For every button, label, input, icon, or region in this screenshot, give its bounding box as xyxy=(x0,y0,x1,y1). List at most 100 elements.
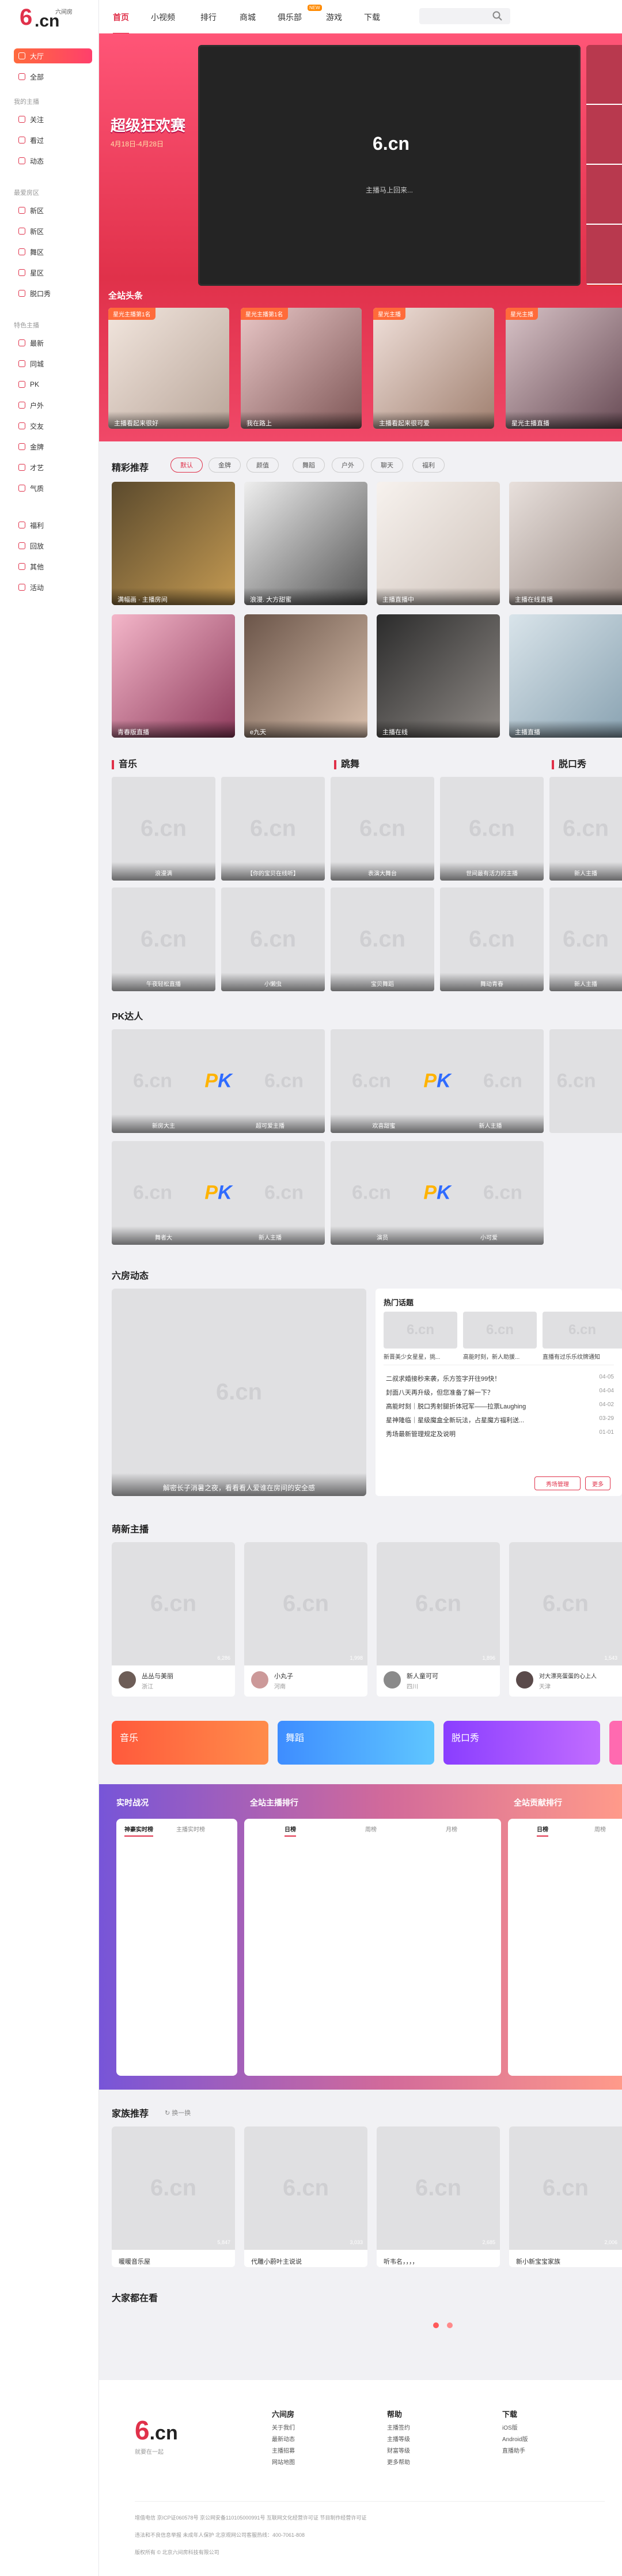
tab-welfare[interactable]: 福利 xyxy=(412,458,445,473)
footer-link[interactable]: 主播签约 xyxy=(387,2425,410,2431)
tab-outdoor[interactable]: 户外 xyxy=(332,458,364,473)
featured-card[interactable]: 主播直播 xyxy=(509,614,622,738)
pk-card[interactable]: 6.cn PK 6.cn 欢喜甜蜜 新人主播 xyxy=(331,1029,544,1133)
family-card[interactable]: 6.cn 2,685 听韦名，，，， xyxy=(377,2126,500,2267)
talkshow-card[interactable]: 6.cn 新人主播 xyxy=(549,777,622,881)
music-card[interactable]: 6.cn 【你的宝贝在线听】 xyxy=(221,777,325,881)
dance-card[interactable]: 6.cn 表演大舞台 xyxy=(331,777,434,881)
footer-link[interactable]: 主播招募 xyxy=(272,2448,295,2454)
tab-gold[interactable]: 金牌 xyxy=(208,458,241,473)
news-item[interactable]: 秀场最新管理规定及说明 xyxy=(386,1429,456,1438)
tab-week[interactable]: 周榜 xyxy=(365,1825,377,1833)
footer-link[interactable]: 关于我们 xyxy=(272,2425,295,2431)
headline-card[interactable]: 星光主播第1名 我在路上 xyxy=(241,308,362,429)
featured-card[interactable]: 主播直播中 xyxy=(377,482,500,605)
anchor-card[interactable]: 6.cn 1,543 对大漂亮蛋蛋的心上人 天津 xyxy=(509,1542,622,1697)
topic-label[interactable]: 新晋美少女星星，挑... xyxy=(384,1352,457,1361)
tab-chat[interactable]: 聊天 xyxy=(371,458,403,473)
refresh-button[interactable]: ↻ 换一换 xyxy=(165,2108,191,2117)
dance-card[interactable]: 6.cn 宝贝舞蹈 xyxy=(331,887,434,991)
featured-card[interactable]: 主播在线 xyxy=(377,614,500,738)
nav-home[interactable]: 首页 xyxy=(113,12,129,35)
family-card[interactable]: 6.cn 5,847 暖暖音乐屋 xyxy=(112,2126,235,2267)
pk-card[interactable]: 6.cn xyxy=(549,1029,622,1133)
sidebar-item-other[interactable]: 其他 xyxy=(14,559,92,574)
footer-link[interactable]: 主播等级 xyxy=(387,2437,410,2443)
sidebar-item-hall[interactable]: 大厅 xyxy=(14,48,92,63)
topic-label[interactable]: 直播有过乐乐纹牌通知 xyxy=(543,1352,622,1361)
nav-download[interactable]: 下载 xyxy=(364,12,380,23)
footer-link[interactable]: Android版 xyxy=(502,2437,528,2443)
family-card[interactable]: 6.cn 3,033 代雕小蔚叶主说说 xyxy=(244,2126,367,2267)
sidebar-item-friends[interactable]: 交友 xyxy=(14,418,92,433)
footer-link[interactable]: 更多帮助 xyxy=(387,2460,410,2466)
headline-card[interactable]: 星光主播第1名 主播看起来很好 xyxy=(108,308,229,429)
promo-banner[interactable]: 超级狂欢赛 4月18日-4月28日 xyxy=(111,114,203,229)
nav-games[interactable]: 游戏 xyxy=(326,12,342,23)
sidebar-item-follow[interactable]: 关注 xyxy=(14,112,92,127)
sidebar-item-temperament[interactable]: 气质 xyxy=(14,481,92,496)
sidebar-item-gold[interactable]: 金牌 xyxy=(14,439,92,454)
tab-anchor-live[interactable]: 主播实时榜 xyxy=(176,1825,205,1833)
anchor-card[interactable]: 6.cn 6,286 丛丛与美丽 浙江 xyxy=(112,1542,235,1697)
topic-label[interactable]: 高能时刻，新人助援... xyxy=(463,1352,537,1361)
tab-week[interactable]: 周榜 xyxy=(594,1825,606,1833)
featured-card[interactable]: 青春版直播 xyxy=(112,614,235,738)
sidebar-item-dance-zone[interactable]: 舞区 xyxy=(14,244,92,259)
topic-card[interactable]: 6.cn xyxy=(543,1312,622,1349)
music-card[interactable]: 6.cn 午夜轻松直播 xyxy=(112,887,215,991)
family-card[interactable]: 6.cn 2,006 新小新宝宝家族 xyxy=(509,2126,622,2267)
featured-card[interactable]: e九天 xyxy=(244,614,367,738)
pk-card[interactable]: 6.cn PK 6.cn 新房大主 超可爱主播 xyxy=(112,1029,325,1133)
sidebar-item-star-zone[interactable]: 星区 xyxy=(14,265,92,280)
sidebar-item-outdoor[interactable]: 户外 xyxy=(14,398,92,413)
dance-card[interactable]: 6.cn 世间最有活力的主播 xyxy=(440,777,544,881)
footer-link[interactable]: iOS版 xyxy=(502,2425,518,2431)
sidebar-item-new-zone-2[interactable]: 新区 xyxy=(14,224,92,239)
footer-link[interactable]: 财富等级 xyxy=(387,2448,410,2454)
sidebar-item-history[interactable]: 看过 xyxy=(14,133,92,148)
featured-card[interactable]: 满幅画 · 主播房间 xyxy=(112,482,235,605)
anchor-card[interactable]: 6.cn 1,896 新人童可可 四川 xyxy=(377,1542,500,1697)
sidebar-item-talent[interactable]: 才艺 xyxy=(14,460,92,475)
dynamic-banner[interactable]: 6.cn 解密长子消暑之夜，看看看人爱谁在房间的安全感 xyxy=(112,1289,366,1496)
sidebar-item-replay[interactable]: 回放 xyxy=(14,538,92,553)
news-item[interactable]: 星神隆临｜星级魔盒全新玩法，占星魔方福利送... xyxy=(386,1415,524,1425)
category-talkshow-button[interactable]: 脱口秀 xyxy=(443,1721,600,1765)
tab-day[interactable]: 日榜 xyxy=(537,1825,548,1837)
nav-short-video[interactable]: 小视频 xyxy=(151,12,175,23)
category-music-button[interactable]: 音乐 xyxy=(112,1721,268,1765)
footer-link[interactable]: 直播助手 xyxy=(502,2448,525,2454)
category-next-button[interactable] xyxy=(609,1721,622,1765)
music-card[interactable]: 6.cn 小懒虫 xyxy=(221,887,325,991)
topic-card[interactable]: 6.cn xyxy=(384,1312,457,1349)
tab-month[interactable]: 月榜 xyxy=(446,1825,457,1833)
sidebar-item-event[interactable]: 活动 xyxy=(14,580,92,595)
site-logo[interactable]: 6 .cn 六间房 xyxy=(20,3,77,33)
talkshow-card[interactable]: 6.cn 新人主播 xyxy=(549,887,622,991)
sidebar-item-latest[interactable]: 最新 xyxy=(14,335,92,350)
tab-default[interactable]: 默认 xyxy=(170,458,203,473)
category-dance-button[interactable]: 舞蹈 xyxy=(278,1721,434,1765)
sidebar-item-new-zone[interactable]: 新区 xyxy=(14,203,92,218)
headline-card[interactable]: 星光主播 星光主播直播 xyxy=(506,308,622,429)
headline-card[interactable]: 星光主播 主播看起来很可爱 xyxy=(373,308,494,429)
news-item[interactable]: 封面八天再升级，但您准备了解一下？ xyxy=(386,1388,494,1397)
footer-link[interactable]: 最新动态 xyxy=(272,2437,295,2443)
dance-card[interactable]: 6.cn 舞动青春 xyxy=(440,887,544,991)
sidebar-item-talkshow[interactable]: 脱口秀 xyxy=(14,286,92,301)
player-thumbnails[interactable] xyxy=(586,45,622,286)
search-icon[interactable] xyxy=(492,10,503,22)
featured-card[interactable]: 浪漫. 大方甜蜜 xyxy=(244,482,367,605)
more-button[interactable]: 更多 xyxy=(585,1476,610,1490)
sidebar-item-local[interactable]: 同城 xyxy=(14,356,92,371)
nav-club[interactable]: 俱乐部 xyxy=(278,12,302,23)
topic-card[interactable]: 6.cn xyxy=(463,1312,537,1349)
music-card[interactable]: 6.cn 浪漫满 xyxy=(112,777,215,881)
nav-ranking[interactable]: 排行 xyxy=(200,12,217,23)
pk-card[interactable]: 6.cn PK 6.cn 舞者大 新人主播 xyxy=(112,1141,325,1245)
nav-mall[interactable]: 商城 xyxy=(240,12,256,23)
footer-link[interactable]: 网站地图 xyxy=(272,2460,295,2466)
tab-dance[interactable]: 舞蹈 xyxy=(293,458,325,473)
sidebar-item-pk[interactable]: PK xyxy=(14,377,92,392)
